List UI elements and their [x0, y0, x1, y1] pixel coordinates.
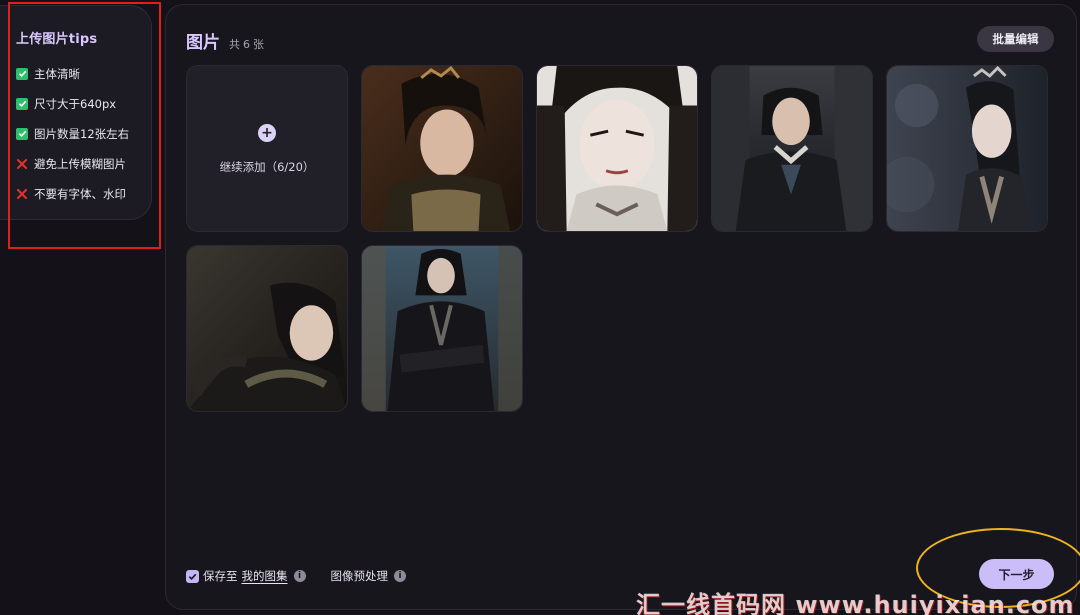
save-to-row: 保存至 我的图集 i 图像预处理 i: [186, 568, 406, 584]
upload-tips-panel: 上传图片tips 主体清晰 尺寸大于640px 图片数量12张左右 避免上传模糊…: [0, 5, 152, 220]
cross-icon: [16, 188, 28, 200]
tip-item: 尺寸大于640px: [16, 96, 151, 111]
image-count: 共6张: [229, 38, 264, 51]
info-icon[interactable]: i: [293, 570, 306, 582]
image-grid: + 继续添加（6/20）: [186, 65, 1048, 412]
tip-item: 图片数量12张左右: [16, 126, 151, 141]
tip-item: 避免上传模糊图片: [16, 156, 151, 171]
image-thumbnail[interactable]: [361, 65, 523, 232]
save-label: 保存至: [203, 569, 238, 583]
next-step-button[interactable]: 下一步: [979, 559, 1054, 589]
cross-icon: [16, 158, 28, 170]
page-title: 图片: [186, 33, 220, 53]
preprocess-label: 图像预处理: [330, 569, 389, 583]
tips-title: 上传图片tips: [16, 32, 98, 47]
image-thumbnail[interactable]: [711, 65, 873, 232]
tip-item: 主体清晰: [16, 66, 151, 81]
batch-edit-button[interactable]: 批量编辑: [977, 26, 1054, 52]
add-image-tile[interactable]: + 继续添加（6/20）: [186, 65, 348, 232]
save-checkbox[interactable]: [186, 569, 199, 583]
gallery-header: 图片 共6张: [186, 28, 264, 53]
tip-label: 图片数量12张左右: [34, 126, 130, 141]
plus-icon: +: [258, 124, 276, 142]
check-icon: [16, 67, 28, 80]
my-album-link[interactable]: 我的图集: [242, 568, 288, 584]
image-thumbnail[interactable]: [186, 245, 348, 412]
tip-label: 不要有字体、水印: [34, 186, 126, 201]
image-gallery-panel: 图片 共6张 批量编辑 + 继续添加（6/20） 保存至 我的图集 i 图像预处…: [165, 4, 1077, 610]
image-thumbnail[interactable]: [536, 65, 698, 232]
image-preprocess-option[interactable]: 图像预处理 i: [330, 568, 406, 584]
tip-label: 避免上传模糊图片: [34, 156, 126, 171]
image-thumbnail[interactable]: [361, 245, 523, 412]
add-image-label: 继续添加（6/20）: [219, 160, 315, 174]
check-icon: [16, 97, 28, 110]
check-icon: [16, 127, 28, 140]
image-thumbnail[interactable]: [886, 65, 1048, 232]
tip-label: 主体清晰: [34, 66, 80, 81]
info-icon[interactable]: i: [394, 570, 406, 582]
tip-label: 尺寸大于640px: [34, 96, 117, 111]
tip-item: 不要有字体、水印: [16, 186, 151, 201]
